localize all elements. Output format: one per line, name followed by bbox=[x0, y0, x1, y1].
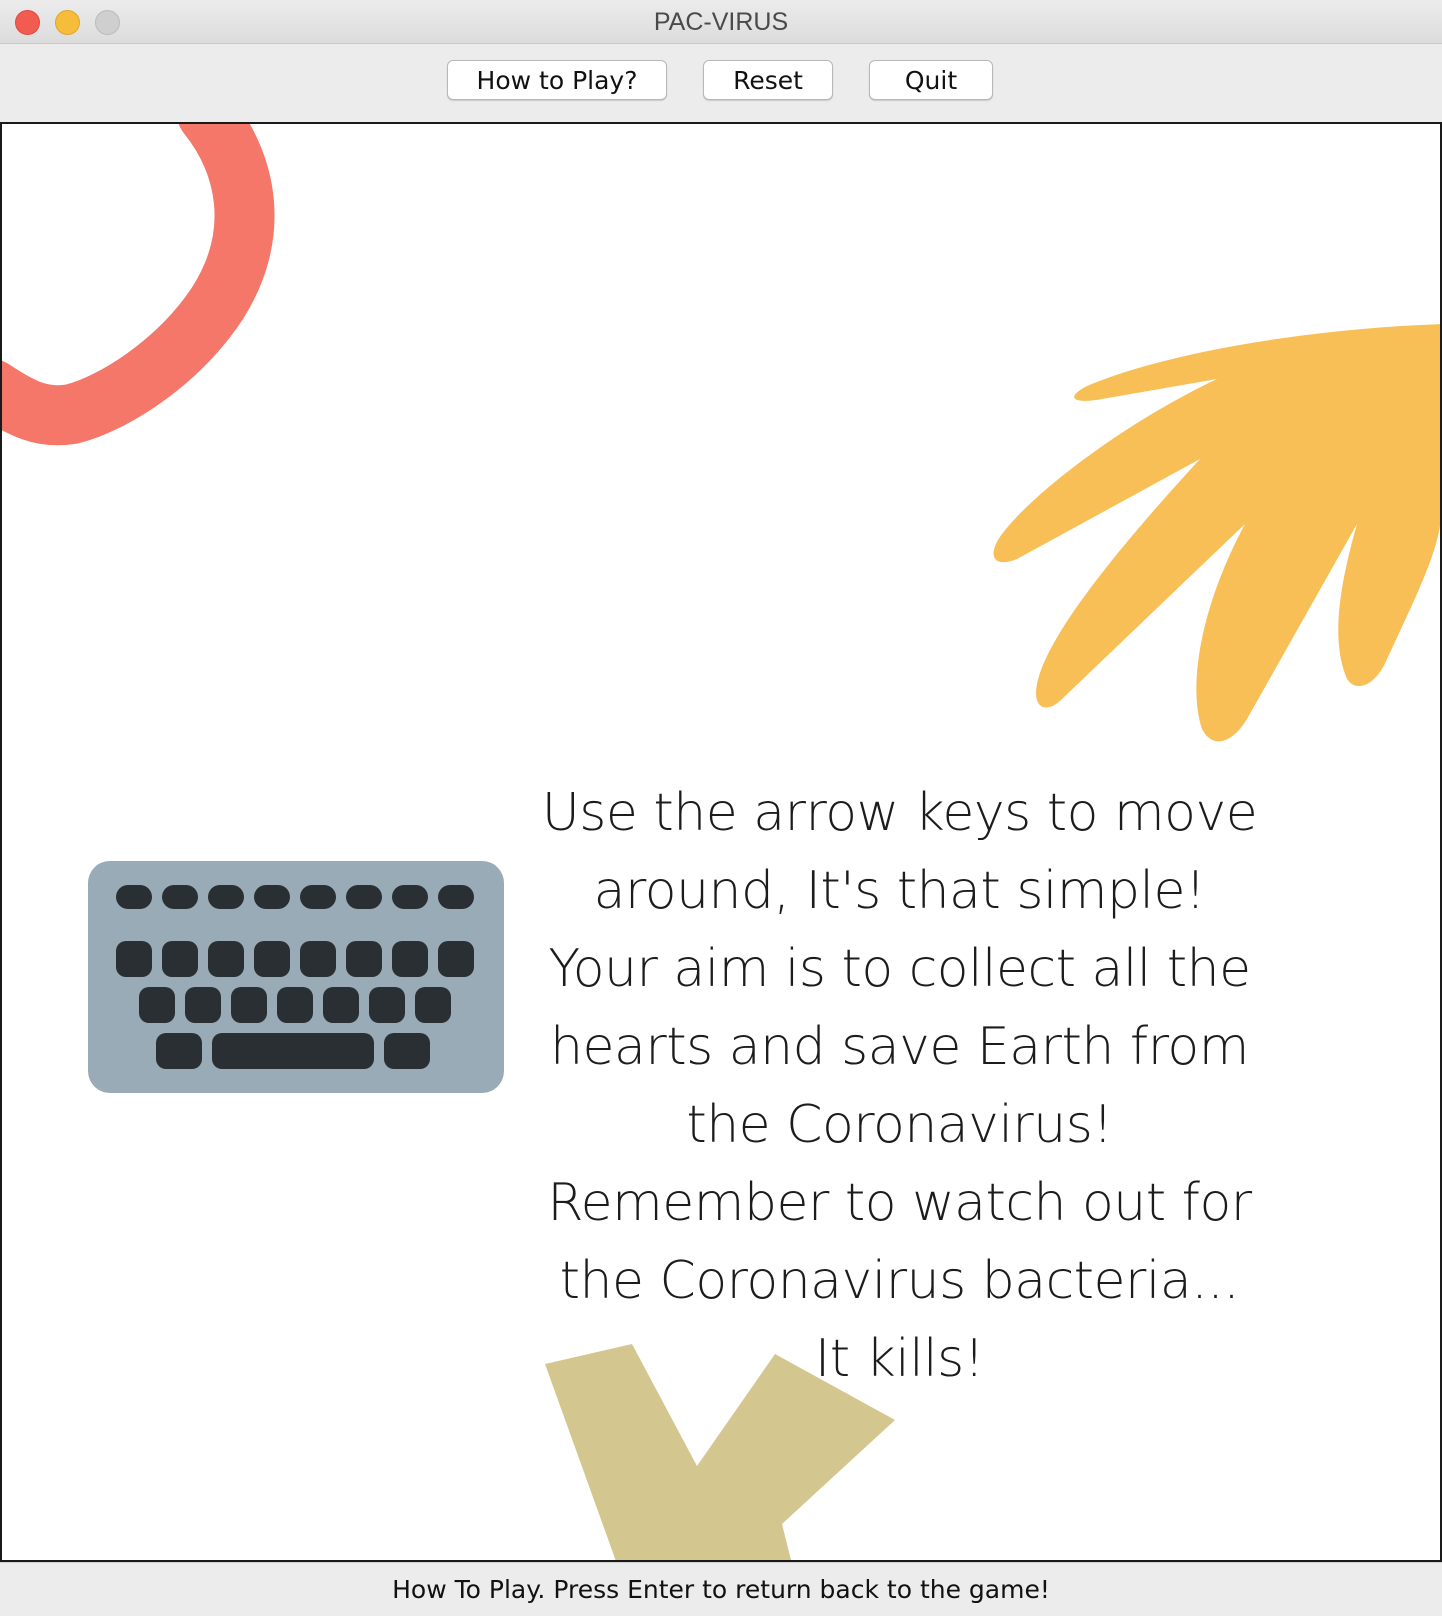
toolbar: How to Play? Reset Quit bbox=[0, 44, 1442, 122]
quit-button[interactable]: Quit bbox=[869, 60, 993, 100]
window-title: PAC-VIRUS bbox=[653, 8, 789, 36]
instructions-line: Use the arrow keys to move bbox=[541, 783, 1258, 843]
instructions-text: Use the arrow keys to move around, It's … bbox=[532, 774, 1267, 1398]
reset-button[interactable]: Reset bbox=[703, 60, 833, 100]
yellow-leaf-shape bbox=[993, 324, 1440, 742]
title-bar: PAC-VIRUS bbox=[0, 0, 1442, 44]
instructions-line: Your aim is to collect all the bbox=[548, 939, 1251, 999]
keyboard-icon bbox=[88, 861, 504, 1097]
status-text: How To Play. Press Enter to return back … bbox=[392, 1575, 1050, 1604]
coral-ring-shape bbox=[2, 124, 275, 446]
how-to-play-button[interactable]: How to Play? bbox=[447, 60, 667, 100]
instructions-line: hearts and save Earth from bbox=[550, 1017, 1249, 1077]
instructions-line: the Coronavirus bacteria... bbox=[559, 1251, 1240, 1311]
instructions-line: the Coronavirus! bbox=[686, 1095, 1113, 1155]
app-window: PAC-VIRUS How to Play? Reset Quit Use th… bbox=[0, 0, 1442, 1616]
status-bar: How To Play. Press Enter to return back … bbox=[0, 1562, 1442, 1616]
instructions-line: It kills! bbox=[814, 1329, 985, 1389]
game-canvas[interactable]: Use the arrow keys to move around, It's … bbox=[0, 122, 1442, 1562]
instructions-line: Remember to watch out for bbox=[547, 1173, 1252, 1233]
instructions-line: around, It's that simple! bbox=[593, 861, 1206, 921]
